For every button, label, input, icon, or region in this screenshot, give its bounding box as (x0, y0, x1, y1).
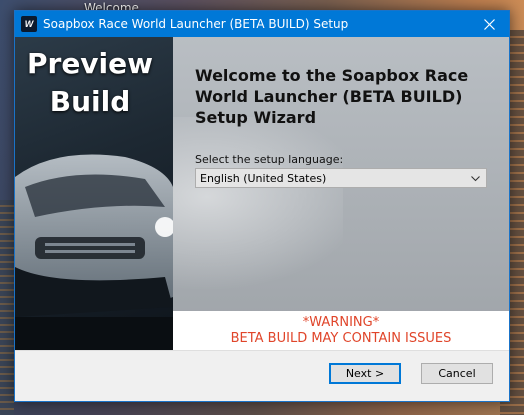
car-headlight-glow (173, 117, 343, 317)
warning-box: *WARNING* BETA BUILD MAY CONTAIN ISSUES (173, 311, 509, 350)
next-button[interactable]: Next > (329, 363, 401, 384)
setup-window: W Soapbox Race World Launcher (BETA BUIL… (14, 10, 510, 402)
welcome-heading: Welcome to the Soapbox Race World Launch… (195, 66, 469, 127)
language-label: Select the setup language: (195, 153, 344, 166)
close-button[interactable] (469, 11, 509, 37)
title-bar[interactable]: W Soapbox Race World Launcher (BETA BUIL… (15, 11, 509, 37)
warning-message: BETA BUILD MAY CONTAIN ISSUES (230, 331, 452, 346)
banner-title-line2: Build (49, 85, 131, 118)
button-bar: Next > Cancel (15, 350, 509, 401)
window-title: Soapbox Race World Launcher (BETA BUILD)… (43, 17, 349, 31)
banner-title-line1: Preview (26, 47, 154, 80)
cancel-button[interactable]: Cancel (421, 363, 493, 384)
warning-title: *WARNING* (302, 315, 380, 330)
language-select[interactable]: English (United States) (195, 168, 487, 188)
close-icon (483, 18, 495, 30)
content-panel: Welcome to the Soapbox Race World Launch… (173, 37, 509, 350)
language-select-value: English (United States) (200, 172, 327, 185)
desktop-building-left (0, 200, 14, 415)
banner-image: Preview Build (15, 37, 173, 350)
app-icon: W (21, 16, 37, 32)
chevron-down-icon (471, 176, 480, 182)
banner-title: Preview Build (15, 45, 165, 121)
